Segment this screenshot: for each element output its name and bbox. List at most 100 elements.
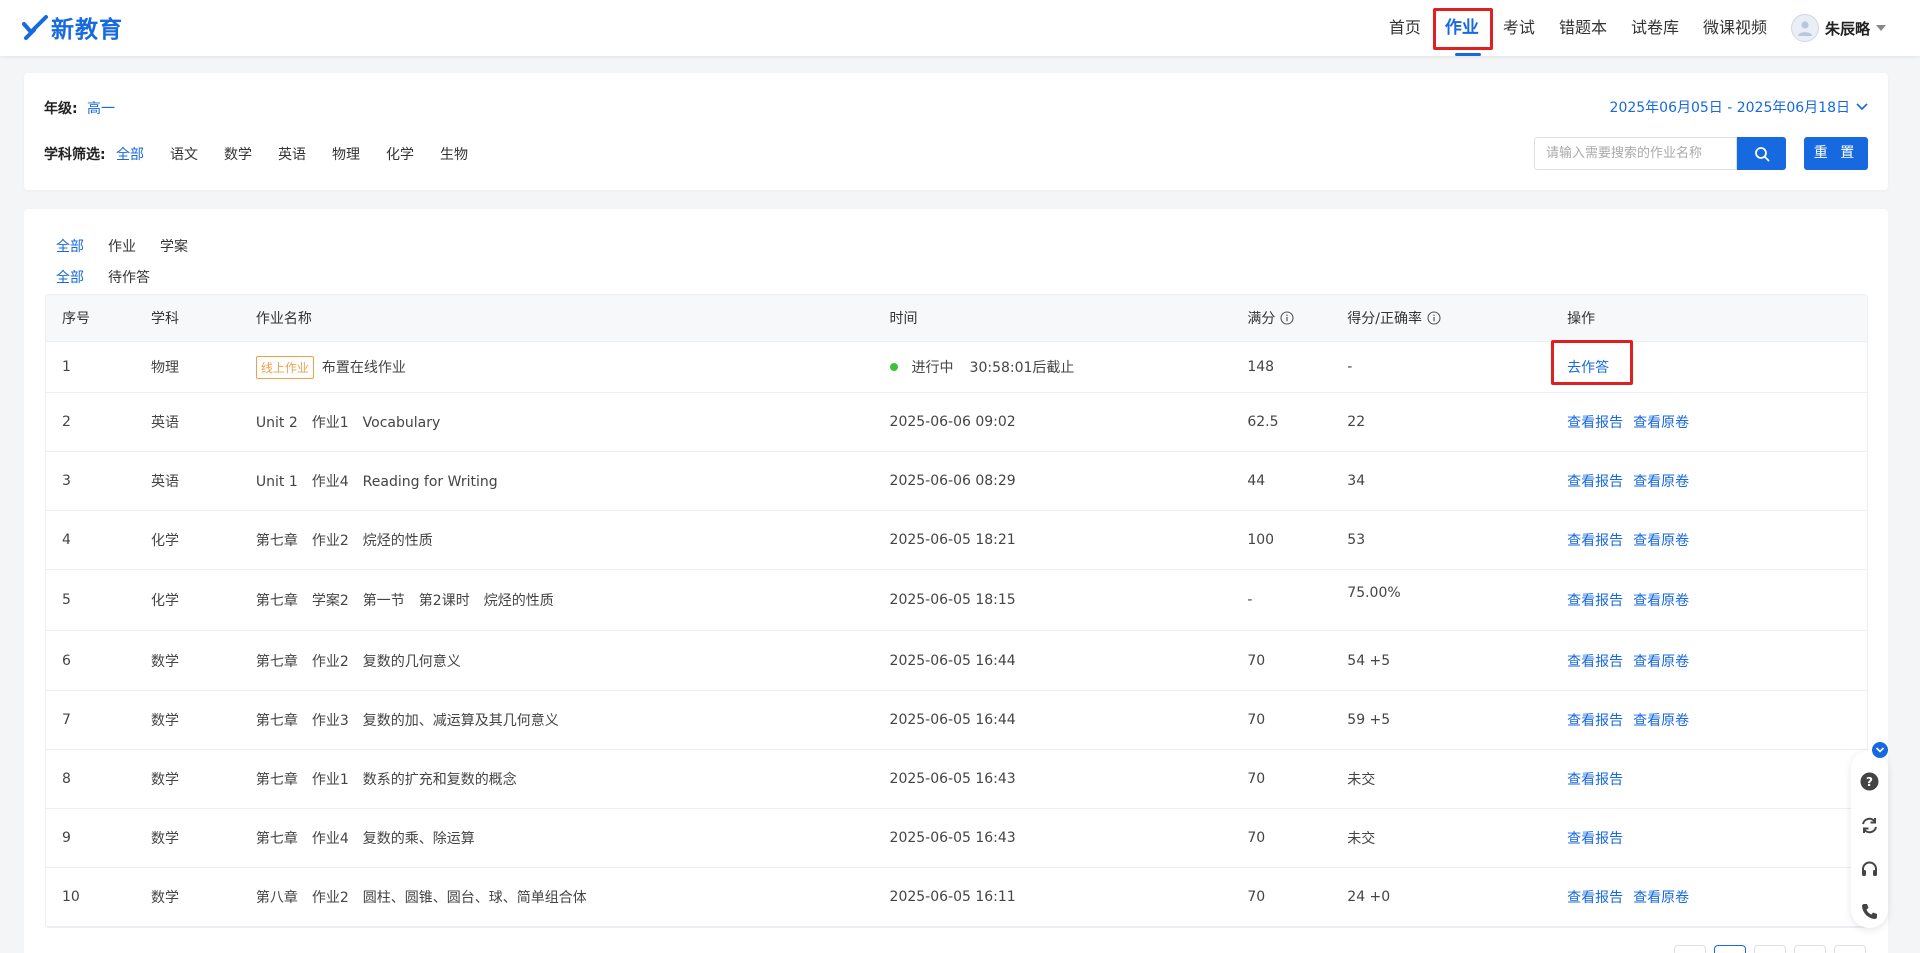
nav-wrongbook[interactable]: 错题本 — [1559, 0, 1607, 56]
search-input[interactable] — [1534, 137, 1737, 170]
view-paper-link[interactable]: 查看原卷 — [1633, 887, 1689, 907]
view-report-link[interactable]: 查看报告 — [1567, 651, 1623, 671]
header-no: 序号 — [62, 311, 90, 327]
view-report-link[interactable]: 查看报告 — [1567, 710, 1623, 730]
cell-subject: 英语 — [150, 474, 179, 490]
cell-no: 5 — [62, 592, 71, 608]
view-paper-link[interactable]: 查看原卷 — [1633, 651, 1689, 671]
nav-micro-video[interactable]: 微课视频 — [1703, 0, 1767, 56]
view-paper-link[interactable]: 查看原卷 — [1633, 471, 1689, 491]
table-row: 7 数学 第七章 作业3 复数的加、减运算及其几何意义 2025-06-05 1… — [46, 691, 1867, 750]
grade-selector[interactable]: 高一 — [87, 98, 115, 118]
cell-actions: 查看报告 — [1567, 828, 1867, 848]
tab-status-all[interactable]: 全部 — [56, 267, 84, 287]
subject-chinese[interactable]: 语文 — [170, 144, 198, 164]
subject-all[interactable]: 全部 — [116, 144, 144, 164]
nav-homework[interactable]: 作业 — [1432, 0, 1493, 56]
cell-subject: 物理 — [150, 360, 179, 376]
cell-name: 第七章 作业1 数系的扩充和复数的概念 — [255, 772, 517, 788]
subject-english[interactable]: 英语 — [278, 144, 306, 164]
view-paper-link[interactable]: 查看原卷 — [1633, 412, 1689, 432]
subject-chemistry[interactable]: 化学 — [386, 144, 414, 164]
table-row: 10 数学 第八章 作业2 圆柱、圆锥、圆台、球、简单组合体 2025-06-0… — [46, 868, 1867, 927]
date-range-picker[interactable]: 2025年06月05日 - 2025年06月18日 — [1610, 97, 1868, 117]
headset-icon[interactable] — [1860, 860, 1879, 879]
nav-exam[interactable]: 考试 — [1503, 0, 1535, 56]
info-icon[interactable] — [1280, 311, 1294, 325]
tab-status-pending[interactable]: 待作答 — [108, 267, 150, 287]
view-paper-link[interactable]: 查看原卷 — [1633, 590, 1689, 610]
caret-down-icon — [1876, 25, 1886, 31]
cell-no: 8 — [62, 771, 71, 787]
logo[interactable]: 新教育 — [22, 12, 123, 43]
user-icon — [1797, 21, 1812, 36]
cell-actions: 查看报告 查看原卷 — [1567, 530, 1867, 550]
view-report-link[interactable]: 查看报告 — [1567, 887, 1623, 907]
cell-time: 2025-06-05 16:43 — [889, 771, 1016, 787]
view-report-link[interactable]: 查看报告 — [1567, 590, 1623, 610]
nav-label: 微课视频 — [1702, 18, 1767, 37]
tab-type-homework[interactable]: 作业 — [108, 236, 136, 256]
view-paper-link[interactable]: 查看原卷 — [1633, 530, 1689, 550]
subject-biology[interactable]: 生物 — [440, 144, 468, 164]
collapse-toolbar-button[interactable] — [1872, 742, 1888, 758]
reset-button[interactable]: 重 置 — [1804, 137, 1868, 170]
cell-time: 2025-06-06 08:29 — [889, 473, 1016, 489]
cell-time: 2025-06-05 18:15 — [889, 592, 1016, 608]
cell-full-score: 70 — [1247, 652, 1266, 669]
header-subject: 学科 — [150, 311, 179, 327]
view-paper-link[interactable]: 查看原卷 — [1633, 710, 1689, 730]
subject-physics[interactable]: 物理 — [332, 144, 360, 164]
page-button[interactable] — [1754, 945, 1786, 953]
cell-time: 2025-06-05 18:21 — [889, 532, 1016, 548]
cell-score: 未交 — [1347, 772, 1376, 788]
active-underline — [1454, 53, 1481, 56]
cell-score: 53 — [1347, 532, 1366, 548]
cell-name: 第七章 作业2 烷烃的性质 — [255, 533, 433, 549]
page-button[interactable] — [1794, 945, 1826, 953]
subject-filter-list: 全部 语文 数学 英语 物理 化学 生物 — [116, 144, 494, 164]
table-row: 3 英语 Unit 1 作业4 Reading for Writing 2025… — [46, 452, 1867, 511]
cell-subject: 数学 — [150, 713, 179, 729]
header-score-label: 得分/正确率 — [1347, 311, 1422, 327]
subject-math[interactable]: 数学 — [224, 144, 252, 164]
status-tabs: 全部 待作答 — [56, 267, 174, 287]
cell-subject: 数学 — [150, 772, 179, 788]
table-row: 9 数学 第七章 作业4 复数的乘、除运算 2025-06-05 16:43 7… — [46, 809, 1867, 868]
view-report-link[interactable]: 查看报告 — [1567, 412, 1623, 432]
refresh-icon[interactable] — [1860, 816, 1879, 835]
tab-type-all[interactable]: 全部 — [56, 236, 84, 256]
floating-toolbar: ? — [1851, 750, 1888, 928]
page-button-current[interactable] — [1714, 945, 1746, 953]
tab-type-study-plan[interactable]: 学案 — [160, 236, 188, 256]
cell-actions: 去作答 — [1551, 340, 1867, 385]
nav-paper-library[interactable]: 试卷库 — [1631, 0, 1679, 56]
cell-no: 9 — [62, 830, 71, 846]
help-icon[interactable]: ? — [1860, 772, 1879, 791]
filter-panel: 年级: 高一 2025年06月05日 - 2025年06月18日 学科筛选: 全… — [24, 73, 1888, 190]
header-actions: 操作 — [1567, 311, 1596, 327]
page-prev-button[interactable] — [1674, 945, 1706, 953]
table-row: 8 数学 第七章 作业1 数系的扩充和复数的概念 2025-06-05 16:4… — [46, 750, 1867, 809]
user-menu[interactable]: 朱辰略 — [1790, 0, 1886, 56]
cell-actions: 查看报告 — [1567, 769, 1867, 789]
page-next-button[interactable] — [1834, 945, 1866, 953]
cell-score: - — [1347, 359, 1353, 375]
view-report-link[interactable]: 查看报告 — [1567, 471, 1623, 491]
header-full-score: 满分 — [1247, 308, 1347, 328]
table-row: 4 化学 第七章 作业2 烷烃的性质 2025-06-05 18:21 100 … — [46, 511, 1867, 570]
date-range-text: 2025年06月05日 - 2025年06月18日 — [1609, 100, 1850, 116]
phone-icon[interactable] — [1860, 902, 1879, 921]
view-report-link[interactable]: 查看报告 — [1567, 530, 1623, 550]
avatar — [1790, 14, 1819, 42]
header-score: 得分/正确率 — [1347, 308, 1567, 328]
search-button[interactable] — [1737, 137, 1786, 170]
info-icon[interactable] — [1427, 311, 1441, 325]
cell-time: 2025-06-05 16:11 — [889, 889, 1016, 905]
view-report-link[interactable]: 查看报告 — [1567, 769, 1623, 789]
cell-time: 2025-06-05 16:44 — [889, 712, 1016, 728]
nav-home[interactable]: 首页 — [1389, 0, 1421, 56]
view-report-link[interactable]: 查看报告 — [1567, 828, 1623, 848]
cell-full-score: 70 — [1247, 712, 1266, 728]
cell-full-score: 148 — [1247, 359, 1275, 375]
